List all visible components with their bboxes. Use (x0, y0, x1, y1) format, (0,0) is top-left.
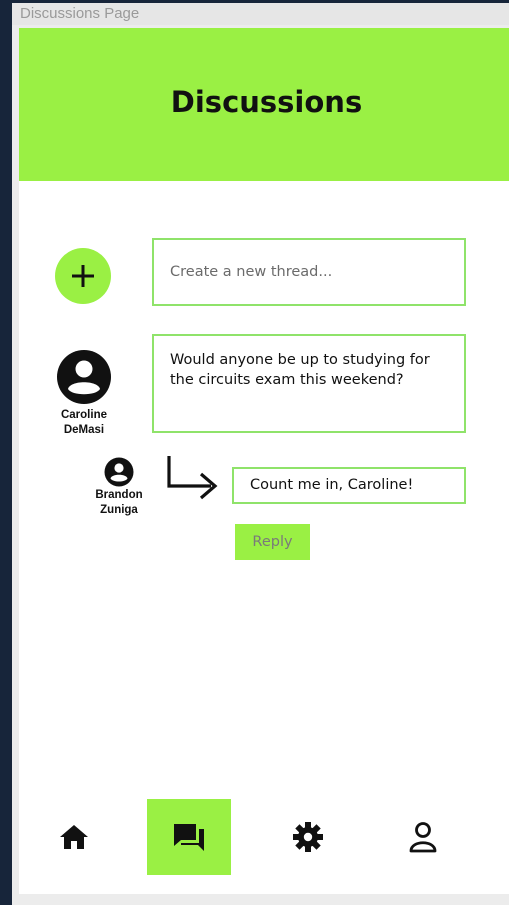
gear-icon (293, 822, 323, 852)
home-icon (60, 825, 88, 849)
reply-author-name: Brandon Zuniga (83, 488, 155, 518)
person-icon (409, 822, 437, 853)
discussions-screen: Discussions Create a new thread... Carol… (19, 28, 509, 894)
reply-arrow-icon (167, 456, 218, 500)
nav-settings[interactable] (266, 799, 350, 875)
reply-author-name-line2: Zuniga (100, 504, 138, 516)
nav-discussions[interactable] (147, 799, 231, 875)
header-bar: Discussions (19, 28, 509, 181)
reply-author-name-line1: Brandon (95, 489, 143, 501)
plus-icon (72, 265, 94, 287)
reply-button[interactable]: Reply (235, 524, 310, 560)
reply-message[interactable]: Count me in, Caroline! (232, 467, 466, 504)
device-frame: Discussions Create a new thread... Carol… (12, 25, 509, 905)
user-avatar-icon (57, 350, 111, 404)
forum-icon (174, 824, 204, 851)
new-thread-input[interactable]: Create a new thread... (152, 238, 466, 306)
add-thread-button[interactable] (55, 248, 111, 304)
thread-post[interactable]: Would anyone be up to studying for the c… (152, 334, 466, 433)
nav-profile[interactable] (381, 799, 465, 875)
thread-author-name: Caroline DeMasi (47, 408, 121, 438)
author-name-line1: Caroline (60, 409, 107, 421)
frame-label: Discussions Page (12, 3, 509, 25)
page-title: Discussions (170, 85, 363, 119)
nav-home[interactable] (32, 799, 116, 875)
user-avatar-icon (104, 457, 134, 487)
author-name-line2: DeMasi (63, 424, 105, 436)
